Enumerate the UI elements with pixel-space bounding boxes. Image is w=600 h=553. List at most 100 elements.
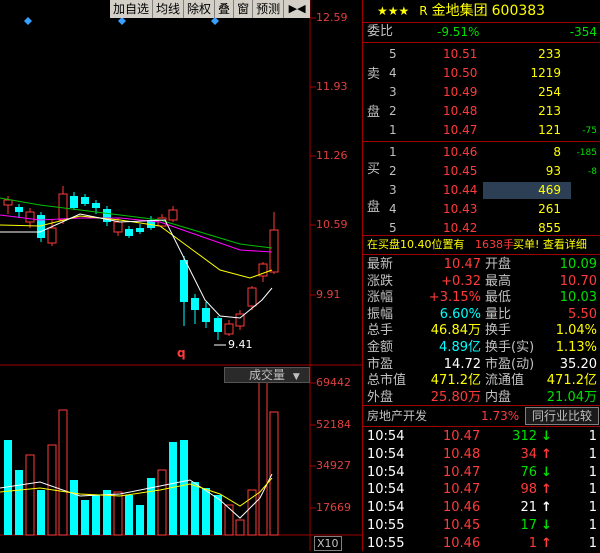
order-level: 2 — [389, 164, 397, 178]
sell-level-5[interactable]: 5 10.51 233 — [363, 45, 600, 63]
candle-body — [92, 203, 100, 208]
tick-volume: 34 — [520, 446, 537, 462]
volume-bar — [70, 480, 78, 535]
quote-stat-row: 金额 4.89亿 换手(实) 1.13% — [363, 339, 600, 357]
overlay-button[interactable]: 叠 — [215, 0, 235, 18]
stock-name: 金地集团 — [431, 3, 488, 19]
tick-time: 10:55 — [367, 535, 405, 551]
order-volume: 233 — [538, 47, 561, 61]
price-axis-label-1: 12.59 — [316, 11, 348, 24]
candle-body — [136, 228, 144, 232]
trade-tick-row: 10:54 10.47 76 ↓ 1 — [363, 464, 600, 482]
tick-price: 10.48 — [443, 446, 481, 462]
buy-level-1[interactable]: 1 10.46 8 -185 — [363, 143, 600, 161]
buy-level-4[interactable]: 4 10.43 261 — [363, 200, 600, 218]
trade-tick-row: 10:54 10.48 34 ↑ 1 — [363, 446, 600, 464]
candle-body — [3, 199, 13, 206]
add-to-watchlist-button[interactable]: 加自选 — [110, 0, 154, 18]
sell-level-1[interactable]: 1 10.47 121 -75 — [363, 121, 600, 139]
price-axis-label-2: 11.93 — [316, 80, 348, 93]
window-button[interactable]: 窗 — [234, 0, 254, 18]
quote-stat-row: 总手 46.84万 换手 1.04% — [363, 322, 600, 340]
stat-label: 流通值 — [485, 373, 525, 389]
tick-time: 10:54 — [367, 464, 405, 480]
candle-body — [58, 193, 68, 221]
arrow-down-icon: ↓ — [541, 464, 552, 480]
tick-volume: 21 — [520, 500, 537, 516]
candle-body — [47, 227, 57, 244]
quote-stat-row: 最新 10.47 开盘 10.09 — [363, 256, 600, 274]
order-volume: 8 — [553, 145, 561, 159]
stat-value: +0.32 — [441, 273, 481, 289]
tick-price: 10.46 — [443, 535, 481, 551]
volume-bars — [4, 381, 279, 536]
volume-axis-label-3: 34927 — [316, 459, 351, 472]
order-price: 10.46 — [443, 145, 478, 159]
collapse-arrow-icon[interactable]: ▶◀ — [284, 0, 311, 18]
forecast-button[interactable]: 预测 — [253, 0, 285, 18]
sector-name[interactable]: 房地产开发 — [367, 406, 427, 426]
candle-body — [168, 209, 178, 221]
tick-count: 1 — [588, 482, 597, 498]
q-marker: q — [177, 346, 186, 360]
notice-text: 在买盘10.40位置有 — [367, 238, 465, 251]
sell-level-4[interactable]: 4 10.50 1219 — [363, 64, 600, 82]
volume-axis-label-1: 69442 — [316, 376, 351, 389]
order-price: 10.50 — [443, 66, 478, 80]
price-axis-label-4: 10.59 — [316, 218, 348, 231]
stat-value: 6.60% — [439, 306, 481, 322]
order-price: 10.47 — [443, 123, 478, 137]
buy-level-3[interactable]: 3 10.44 469 — [363, 181, 600, 199]
ex-rights-button[interactable]: 除权 — [184, 0, 216, 18]
trade-tick-row: 10:54 10.47 312 ↓ 1 — [363, 428, 600, 446]
stat-label: 换手 — [485, 323, 512, 339]
volume-bar — [25, 454, 35, 536]
stat-label: 金额 — [367, 340, 394, 355]
price-chart — [0, 0, 362, 551]
chart-area[interactable]: 12.59 11.93 11.26 10.59 9.91 9.41 q 成交量 … — [0, 0, 362, 551]
tick-volume: 76 — [520, 464, 537, 480]
stat-label: 量比 — [485, 306, 512, 322]
sector-row: 房地产开发 1.73% 同行业比较 — [363, 406, 600, 426]
buy-level-2[interactable]: 2 10.45 93 -8 — [363, 162, 600, 180]
moving-average-button[interactable]: 均线 — [153, 0, 185, 18]
candle-body — [125, 229, 133, 236]
volume-bar — [113, 491, 123, 536]
order-level: 4 — [389, 66, 397, 80]
candle-body — [224, 323, 234, 335]
volume-bar — [81, 500, 89, 535]
stat-value: 4.89亿 — [439, 340, 481, 355]
tick-count: 1 — [588, 518, 597, 533]
quote-stat-row: 振幅 6.60% 量比 5.50 — [363, 306, 600, 324]
order-price: 10.45 — [443, 164, 478, 178]
sector-compare-button[interactable]: 同行业比较 — [525, 407, 599, 425]
trade-tick-row: 10:54 10.46 21 ↑ 1 — [363, 499, 600, 517]
volume-indicator-tab[interactable]: 成交量 ▼ — [224, 367, 310, 383]
order-volume: 469 — [538, 183, 561, 197]
order-price: 10.49 — [443, 85, 478, 99]
stat-label: 总市值 — [367, 373, 407, 389]
candle-body — [202, 308, 210, 322]
stat-value: 14.72 — [443, 356, 481, 372]
volume-bar — [235, 519, 245, 536]
volume-bar — [269, 411, 279, 536]
stat-value: 10.09 — [559, 257, 597, 272]
stat-value: 10.70 — [559, 273, 597, 289]
notice-detail-link[interactable]: 买单! 查看详细 — [513, 236, 587, 254]
tick-time: 10:54 — [367, 429, 405, 444]
sell-level-3[interactable]: 3 10.49 254 — [363, 83, 600, 101]
order-price: 10.43 — [443, 202, 478, 216]
sell-level-2[interactable]: 2 10.48 213 — [363, 102, 600, 120]
notice-volume: 1638手 — [475, 238, 514, 251]
candle-body — [15, 207, 23, 212]
candle-body — [247, 287, 257, 307]
sector-change: 1.73% — [481, 409, 520, 423]
volume-bar — [180, 440, 188, 535]
candle-body — [113, 221, 123, 233]
volume-bar — [37, 490, 45, 535]
tick-time: 10:54 — [367, 482, 405, 498]
large-order-notice[interactable]: 在买盘10.40位置有 1638手 买单! 查看详细 — [363, 236, 600, 254]
order-level: 3 — [389, 183, 397, 197]
weibi-row: 委比 -9.51% -354 — [363, 23, 600, 41]
arrow-down-icon: ↓ — [541, 518, 552, 533]
